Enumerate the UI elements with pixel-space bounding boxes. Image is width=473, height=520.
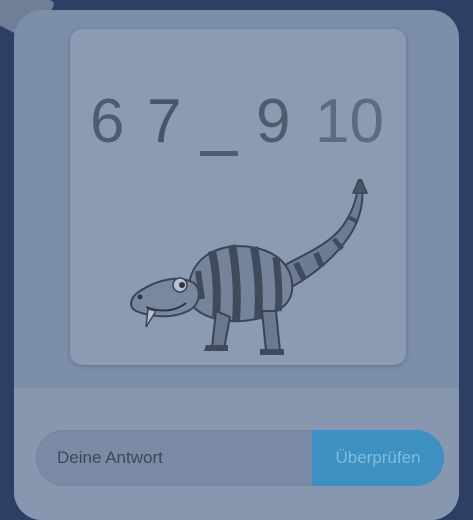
sequence-blank: [200, 151, 238, 156]
check-button[interactable]: Überprüfen: [312, 430, 444, 486]
sequence-number-1: 6: [90, 87, 125, 156]
answer-input[interactable]: [36, 430, 336, 486]
dinosaur-illustration: [130, 179, 369, 355]
sequence-number-2: 7: [147, 87, 182, 156]
exercise-card: 6 7 9 10 Deine Antwort Überprüfen: [14, 10, 459, 520]
number-sequence: 6 7 9 10: [70, 87, 406, 187]
puzzle-panel: 6 7 9 10: [70, 29, 406, 365]
sequence-number-4: 9: [256, 87, 291, 156]
sequence-number-5: 10: [315, 87, 384, 156]
